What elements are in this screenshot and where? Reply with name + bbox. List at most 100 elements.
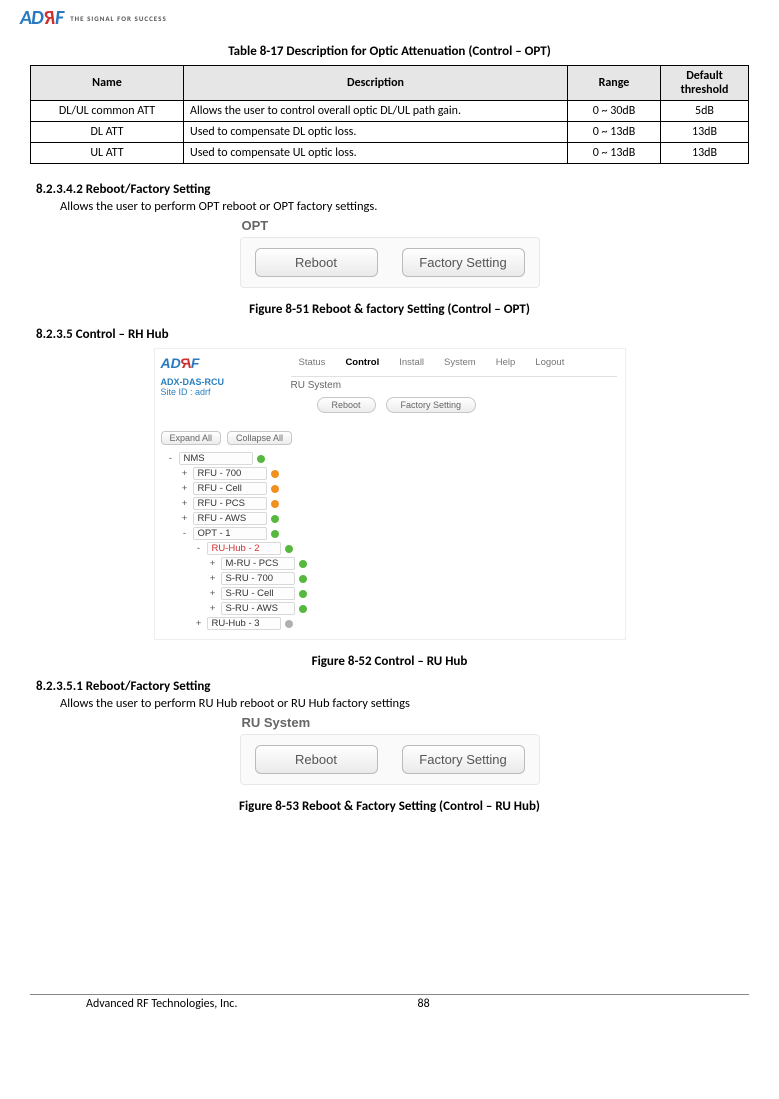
heading-8235: 8.2.3.5 Control – RH Hub xyxy=(36,327,749,342)
tree-label[interactable]: S-RU - AWS xyxy=(221,602,295,615)
footer-page-number: 88 xyxy=(418,997,750,1011)
expand-all-button[interactable]: Expand All xyxy=(161,431,222,445)
opt-panel: OPT Reboot Factory Setting xyxy=(240,218,540,288)
th-range: Range xyxy=(568,66,661,101)
device-name: ADX-DAS-RCU xyxy=(161,377,281,387)
optic-attenuation-table: Name Description Range Default threshold… xyxy=(30,65,749,164)
tree-label[interactable]: S-RU - 700 xyxy=(221,572,295,585)
device-tree: -NMS+RFU - 700+RFU - Cell+RFU - PCS+RFU … xyxy=(161,451,619,631)
status-dot-icon xyxy=(271,470,279,478)
tree-node[interactable]: -OPT - 1 xyxy=(181,526,619,541)
body-82342: Allows the user to perform OPT reboot or… xyxy=(60,199,749,214)
nav-tabs: Status Control Install System Help Logout xyxy=(289,353,617,374)
table-cell: Allows the user to control overall optic… xyxy=(184,101,568,122)
figure-caption: Figure 8-53 Reboot & Factory Setting (Co… xyxy=(30,799,749,814)
status-dot-icon xyxy=(271,485,279,493)
table-cell: Used to compensate DL optic loss. xyxy=(184,122,568,143)
toggle-icon[interactable]: - xyxy=(181,528,189,539)
page-logo: ADRF THE SIGNAL FOR SUCCESS xyxy=(20,6,749,30)
collapse-all-button[interactable]: Collapse All xyxy=(227,431,292,445)
status-dot-icon xyxy=(271,500,279,508)
opt-panel-label: OPT xyxy=(242,218,540,233)
table-cell: 13dB xyxy=(661,143,749,164)
tab-install[interactable]: Install xyxy=(399,357,424,368)
table-cell: 0 ~ 13dB xyxy=(568,122,661,143)
figure-caption: Figure 8-51 Reboot & factory Setting (Co… xyxy=(30,302,749,317)
tree-node[interactable]: + S-RU - 700 xyxy=(209,571,619,586)
factory-setting-button[interactable]: Factory Setting xyxy=(402,248,525,277)
toggle-icon[interactable]: + xyxy=(209,573,217,584)
logo-tagline: THE SIGNAL FOR SUCCESS xyxy=(70,14,167,23)
status-dot-icon xyxy=(299,590,307,598)
toggle-icon[interactable]: + xyxy=(181,483,189,494)
table-row: DL/UL common ATTAllows the user to contr… xyxy=(31,101,749,122)
expand-collapse-row: Expand All Collapse All xyxy=(161,431,619,445)
tab-status[interactable]: Status xyxy=(299,357,326,368)
status-dot-icon xyxy=(299,575,307,583)
tree-node[interactable]: + RFU - AWS xyxy=(181,511,619,526)
th-default: Default threshold xyxy=(661,66,749,101)
tree-label[interactable]: OPT - 1 xyxy=(193,527,267,540)
table-row: DL ATTUsed to compensate DL optic loss.0… xyxy=(31,122,749,143)
factory-setting-button[interactable]: Factory Setting xyxy=(402,745,525,774)
reboot-button[interactable]: Reboot xyxy=(255,248,378,277)
toggle-icon[interactable]: + xyxy=(181,468,189,479)
toggle-icon[interactable]: + xyxy=(181,513,189,524)
ru-button-row: Reboot Factory Setting xyxy=(240,734,540,785)
tree-node[interactable]: -NMS xyxy=(167,451,619,466)
tree-node[interactable]: + RFU - 700 xyxy=(181,466,619,481)
tree-label[interactable]: RU-Hub - 2 xyxy=(207,542,281,555)
tree-node[interactable]: + RFU - PCS xyxy=(181,496,619,511)
table-cell: DL ATT xyxy=(31,122,184,143)
toggle-icon[interactable]: - xyxy=(167,453,175,464)
table-cell: Used to compensate UL optic loss. xyxy=(184,143,568,164)
toggle-icon[interactable]: + xyxy=(209,588,217,599)
ru-system-label: RU System xyxy=(291,376,617,391)
table-row: UL ATTUsed to compensate UL optic loss.0… xyxy=(31,143,749,164)
tree-label[interactable]: S-RU - Cell xyxy=(221,587,295,600)
reboot-button[interactable]: Reboot xyxy=(255,745,378,774)
th-name: Name xyxy=(31,66,184,101)
footer-company: Advanced RF Technologies, Inc. xyxy=(30,997,418,1011)
tree-node[interactable]: + M-RU - PCS xyxy=(209,556,619,571)
heading-82351: 8.2.3.5.1 Reboot/Factory Setting xyxy=(36,679,749,694)
toggle-icon[interactable]: + xyxy=(209,558,217,569)
toggle-icon[interactable]: + xyxy=(209,603,217,614)
tree-node[interactable]: -RU-Hub - 2 xyxy=(195,541,619,556)
tree-label[interactable]: RU-Hub - 3 xyxy=(207,617,281,630)
tab-control[interactable]: Control xyxy=(345,357,379,368)
control-ru-hub-screenshot: ADRF ADX-DAS-RCU Site ID : adrf Status Co… xyxy=(154,348,626,640)
table-cell: DL/UL common ATT xyxy=(31,101,184,122)
tab-help[interactable]: Help xyxy=(496,357,516,368)
tree-label[interactable]: RFU - PCS xyxy=(193,497,267,510)
tree-node[interactable]: + RU-Hub - 3 xyxy=(195,616,619,631)
reboot-button[interactable]: Reboot xyxy=(317,397,376,413)
figure-caption: Figure 8-52 Control – RU Hub xyxy=(30,654,749,669)
status-dot-icon xyxy=(299,560,307,568)
tree-label[interactable]: RFU - 700 xyxy=(193,467,267,480)
status-dot-icon xyxy=(285,620,293,628)
tree-label[interactable]: RFU - Cell xyxy=(193,482,267,495)
tree-label[interactable]: NMS xyxy=(179,452,253,465)
tree-label[interactable]: RFU - AWS xyxy=(193,512,267,525)
site-id: Site ID : adrf xyxy=(161,387,281,397)
tab-system[interactable]: System xyxy=(444,357,476,368)
tree-node[interactable]: + RFU - Cell xyxy=(181,481,619,496)
table-cell: 5dB xyxy=(661,101,749,122)
toggle-icon[interactable]: + xyxy=(195,618,203,629)
tree-node[interactable]: + S-RU - AWS xyxy=(209,601,619,616)
factory-setting-button[interactable]: Factory Setting xyxy=(386,397,477,413)
tree-node[interactable]: + S-RU - Cell xyxy=(209,586,619,601)
table-cell: 0 ~ 13dB xyxy=(568,143,661,164)
fig52-sidebar: ADRF ADX-DAS-RCU Site ID : adrf xyxy=(155,349,285,425)
table-cell: 0 ~ 30dB xyxy=(568,101,661,122)
tree-label[interactable]: M-RU - PCS xyxy=(221,557,295,570)
tab-logout[interactable]: Logout xyxy=(535,357,564,368)
table-caption: Table 8-17 Description for Optic Attenua… xyxy=(30,44,749,59)
table-cell: 13dB xyxy=(661,122,749,143)
ru-system-panel: RU System Reboot Factory Setting xyxy=(240,715,540,785)
th-desc: Description xyxy=(184,66,568,101)
toggle-icon[interactable]: + xyxy=(181,498,189,509)
opt-button-row: Reboot Factory Setting xyxy=(240,237,540,288)
toggle-icon[interactable]: - xyxy=(195,543,203,554)
